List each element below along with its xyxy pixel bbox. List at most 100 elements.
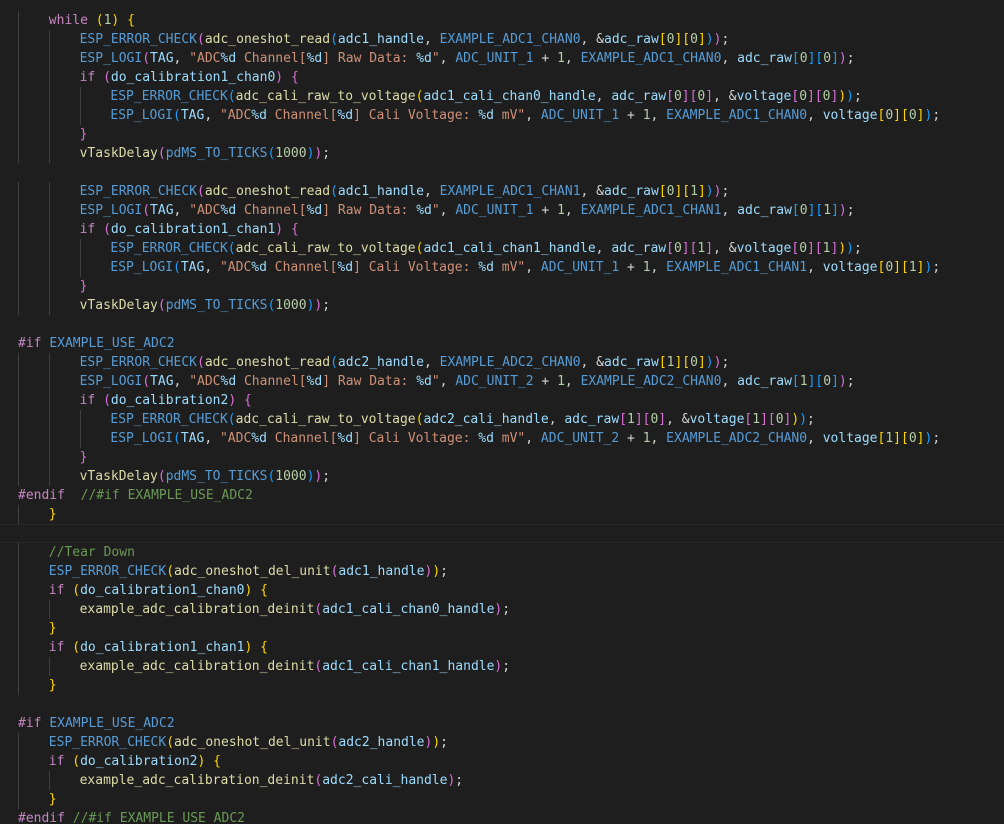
- code-token: ;: [721, 32, 730, 47]
- code-line[interactable]: if (do_calibration2) {: [0, 391, 1004, 410]
- code-line[interactable]: #if EXAMPLE_USE_ADC2: [0, 334, 1004, 353]
- code-line[interactable]: ESP_ERROR_CHECK(adc_oneshot_read(adc1_ha…: [0, 30, 1004, 49]
- code-token: ]: [831, 51, 839, 66]
- indent-guide: [18, 771, 19, 790]
- code-token: ): [838, 203, 847, 218]
- code-line[interactable]: ESP_LOGI(TAG, "ADC%d Channel[%d] Raw Dat…: [0, 201, 1004, 220]
- code-token: do_calibration2: [110, 393, 229, 408]
- code-token: +: [533, 203, 558, 218]
- code-token: 1: [823, 203, 832, 218]
- code-token: , &: [666, 412, 690, 427]
- code-token: 1000: [275, 146, 307, 161]
- code-token: 1: [642, 431, 651, 446]
- code-token: mV": [493, 431, 526, 446]
- indent-guide: [48, 201, 50, 220]
- code-line[interactable]: [0, 163, 1004, 182]
- code-token: pdMS_TO_TICKS: [165, 298, 268, 313]
- code-line[interactable]: ESP_LOGI(TAG, "ADC%d Channel[%d] Cali Vo…: [0, 258, 1004, 277]
- code-token: ;: [932, 260, 941, 275]
- code-line[interactable]: ESP_ERROR_CHECK(adc_oneshot_del_unit(adc…: [0, 733, 1004, 752]
- code-token: do_calibration2: [80, 754, 198, 769]
- code-token: 1000: [275, 469, 307, 484]
- code-line[interactable]: ESP_ERROR_CHECK(adc_cali_raw_to_voltage(…: [0, 87, 1004, 106]
- code-line[interactable]: example_adc_calibration_deinit(adc1_cali…: [0, 657, 1004, 676]
- code-line[interactable]: example_adc_calibration_deinit(adc1_cali…: [0, 600, 1004, 619]
- code-token: ]: [697, 355, 706, 370]
- code-token: Channel[: [266, 431, 338, 446]
- code-token: adc_raw: [737, 374, 792, 389]
- code-text: ESP_ERROR_CHECK(adc_cali_raw_to_voltage(…: [110, 412, 814, 427]
- indent-guide: [18, 87, 19, 106]
- code-line[interactable]: }: [0, 125, 1004, 144]
- code-token: ,: [525, 431, 541, 446]
- code-line[interactable]: ESP_ERROR_CHECK(adc_oneshot_read(adc1_ha…: [0, 182, 1004, 201]
- code-line[interactable]: vTaskDelay(pdMS_TO_TICKS(1000));: [0, 144, 1004, 163]
- code-line[interactable]: }: [0, 505, 1004, 524]
- code-line[interactable]: }: [0, 277, 1004, 296]
- code-line[interactable]: ESP_ERROR_CHECK(adc_oneshot_del_unit(adc…: [0, 562, 1004, 581]
- code-line[interactable]: if (do_calibration1_chan0) {: [0, 581, 1004, 600]
- code-token: %d: [337, 260, 354, 275]
- code-line[interactable]: example_adc_calibration_deinit(adc2_cali…: [0, 771, 1004, 790]
- code-line[interactable]: }: [0, 619, 1004, 638]
- code-token: ESP_LOGI: [79, 203, 143, 218]
- code-token: [: [658, 32, 667, 47]
- code-token: %d: [251, 260, 267, 275]
- code-text: vTaskDelay(pdMS_TO_TICKS(1000));: [80, 146, 330, 161]
- code-token: (: [330, 32, 338, 47]
- code-line[interactable]: ESP_LOGI(TAG, "ADC%d Channel[%d] Raw Dat…: [0, 372, 1004, 391]
- code-text: example_adc_calibration_deinit(adc1_cali…: [80, 659, 510, 674]
- code-token: ;: [322, 146, 331, 161]
- code-line[interactable]: //Tear Down: [0, 543, 1004, 562]
- code-line[interactable]: ESP_LOGI(TAG, "ADC%d Channel[%d] Cali Vo…: [0, 429, 1004, 448]
- code-token: ,: [721, 374, 738, 389]
- code-token: 0: [823, 51, 832, 66]
- code-line[interactable]: }: [0, 448, 1004, 467]
- code-token: ,: [173, 51, 190, 66]
- code-line[interactable]: ESP_LOGI(TAG, "ADC%d Channel[%d] Raw Dat…: [0, 49, 1004, 68]
- code-editor[interactable]: while (1) {ESP_ERROR_CHECK(adc_oneshot_r…: [0, 11, 1004, 824]
- code-token: (: [197, 184, 205, 199]
- code-line[interactable]: if (do_calibration1_chan0) {: [0, 68, 1004, 87]
- code-token: ;: [932, 108, 941, 123]
- code-line[interactable]: #if EXAMPLE_USE_ADC2: [0, 714, 1004, 733]
- code-line[interactable]: ESP_ERROR_CHECK(adc_oneshot_read(adc2_ha…: [0, 353, 1004, 372]
- code-token: +: [533, 374, 558, 389]
- code-line[interactable]: #endif //#if EXAMPLE_USE_ADC2: [0, 486, 1004, 505]
- code-token: pdMS_TO_TICKS: [165, 469, 268, 484]
- code-token: 0: [822, 89, 831, 104]
- code-line[interactable]: [0, 315, 1004, 334]
- code-token: ): [846, 89, 854, 104]
- code-line[interactable]: while (1) {: [0, 11, 1004, 30]
- code-token: [: [791, 203, 800, 218]
- code-line[interactable]: vTaskDelay(pdMS_TO_TICKS(1000));: [0, 296, 1004, 315]
- code-token: #if: [18, 716, 42, 731]
- code-line[interactable]: vTaskDelay(pdMS_TO_TICKS(1000));: [0, 467, 1004, 486]
- code-token: ;: [853, 89, 862, 104]
- code-line[interactable]: if (do_calibration2) {: [0, 752, 1004, 771]
- indent-guide: [48, 182, 50, 201]
- code-text: //Tear Down: [49, 545, 135, 560]
- code-line[interactable]: ESP_LOGI(TAG, "ADC%d Channel[%d] Cali Vo…: [0, 106, 1004, 125]
- code-token: TAG: [180, 431, 205, 446]
- code-token: EXAMPLE_USE_ADC2: [49, 716, 175, 731]
- code-line[interactable]: [0, 524, 1004, 543]
- code-line[interactable]: if (do_calibration1_chan1) {: [0, 220, 1004, 239]
- code-line[interactable]: }: [0, 790, 1004, 809]
- code-line[interactable]: ESP_ERROR_CHECK(adc_cali_raw_to_voltage(…: [0, 410, 1004, 429]
- code-token: {: [127, 13, 135, 28]
- indent-guide: [18, 638, 19, 657]
- code-line[interactable]: if (do_calibration1_chan1) {: [0, 638, 1004, 657]
- code-line[interactable]: }: [0, 676, 1004, 695]
- code-text: ESP_ERROR_CHECK(adc_oneshot_del_unit(adc…: [49, 564, 448, 579]
- code-token: ;: [455, 773, 464, 788]
- code-token: adc_cali_raw_to_voltage: [235, 89, 416, 104]
- code-line[interactable]: #endif //#if EXAMPLE_USE_ADC2: [0, 809, 1004, 824]
- code-token: %d: [416, 203, 432, 218]
- code-token: TAG: [180, 260, 205, 275]
- code-token: ,: [721, 51, 738, 66]
- code-line[interactable]: [0, 695, 1004, 714]
- code-line[interactable]: ESP_ERROR_CHECK(adc_cali_raw_to_voltage(…: [0, 239, 1004, 258]
- code-token: ,: [423, 355, 440, 370]
- code-token: EXAMPLE_ADC1_CHAN1: [580, 203, 722, 218]
